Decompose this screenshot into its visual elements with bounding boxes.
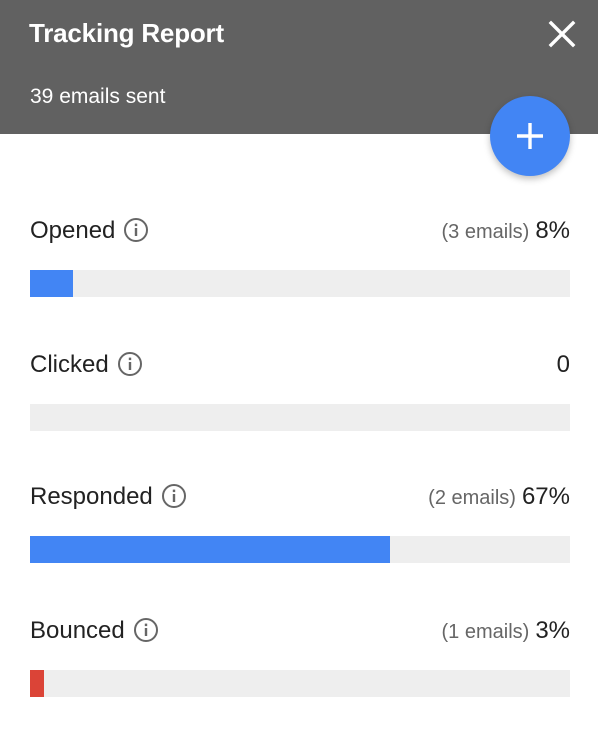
metric-email-count: (2 emails) (428, 487, 516, 509)
metric-percent: 8% (535, 217, 570, 244)
add-button[interactable] (490, 96, 570, 176)
metric-label: Bounced (30, 617, 125, 644)
metric-label: Clicked (30, 351, 109, 378)
info-icon[interactable] (117, 351, 143, 377)
metric-label: Responded (30, 483, 153, 510)
progress-track (30, 404, 570, 431)
report-title: Tracking Report (29, 18, 224, 48)
metric-email-count: (3 emails) (441, 221, 530, 243)
metric-value: (1 emails) 3% (442, 613, 570, 650)
close-icon[interactable] (546, 18, 578, 50)
progress-track (30, 670, 570, 697)
emails-sent-count: 39 emails sent (30, 85, 166, 108)
progress-track (30, 270, 570, 297)
metric-label: Opened (30, 217, 116, 244)
metric-email-count: (1 emails) (441, 621, 530, 643)
progress-track (30, 536, 570, 563)
close-button[interactable] (546, 18, 578, 50)
metric-opened: Opened (3 emails) 8% (30, 213, 570, 297)
metric-bounced: Bounced (1 emails) 3% (30, 613, 570, 697)
plus-icon[interactable] (514, 120, 546, 152)
metric-value: 0 (551, 347, 570, 384)
progress-fill (30, 270, 73, 297)
info-icon[interactable] (123, 217, 149, 243)
metric-percent: 0 (556, 351, 570, 378)
info-icon[interactable] (133, 617, 159, 643)
metric-responded: Responded (2 emails) 67% (30, 479, 570, 563)
metric-percent: 67% (521, 483, 570, 510)
metric-value: (3 emails) 8% (442, 213, 570, 250)
progress-fill (30, 670, 44, 697)
metric-clicked: Clicked 0 (30, 347, 570, 431)
metric-value: (2 emails) 67% (428, 479, 570, 516)
info-icon[interactable] (161, 483, 187, 509)
metric-percent: 3% (535, 617, 570, 644)
progress-fill (30, 536, 390, 563)
